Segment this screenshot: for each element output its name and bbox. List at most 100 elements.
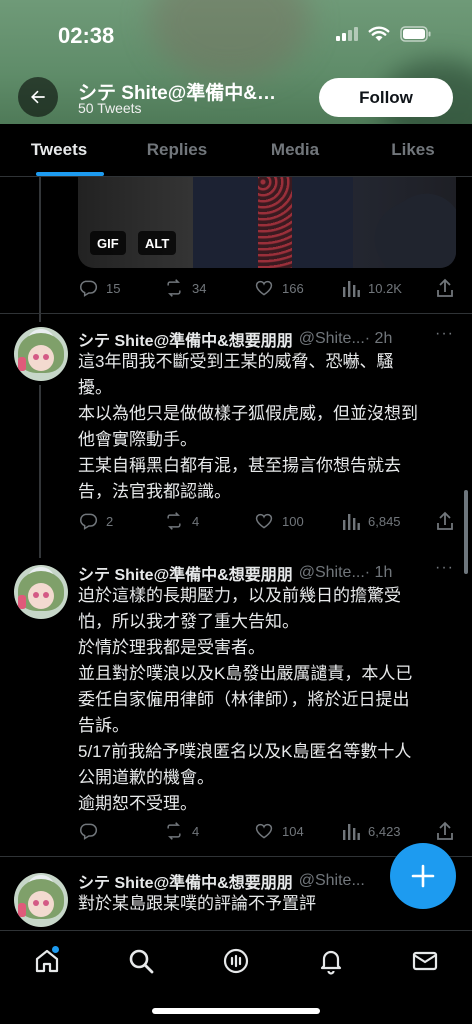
wifi-icon <box>368 26 390 42</box>
tweet-line: 迫於這樣的長期壓力，以及前幾日的擔驚受 <box>78 586 401 605</box>
tweet-line: 於情於理我都是受害者。 <box>78 638 265 657</box>
battery-icon <box>400 26 432 42</box>
search-icon <box>129 949 154 974</box>
notification-dot <box>52 946 59 953</box>
retweet-button[interactable]: 34 <box>164 278 206 298</box>
more-options-button[interactable]: ··· <box>435 325 454 343</box>
bar-chart-icon <box>343 281 360 297</box>
user-handle[interactable]: @Shite... <box>299 564 365 582</box>
tweet-text: 對於某島跟某噗的評論不予置評 <box>78 891 450 917</box>
mail-icon <box>412 951 438 971</box>
views-button[interactable]: 10.2K <box>342 278 402 298</box>
retweet-button[interactable]: 4 <box>164 821 199 841</box>
retweet-icon <box>167 512 181 530</box>
status-bar: 02:38 <box>0 0 472 70</box>
tweet-header: シテ Shite@準備中&想要朋朋 @Shite... · 2h ··· <box>78 325 458 351</box>
retweet-icon <box>167 279 181 297</box>
retweet-icon <box>167 822 181 840</box>
display-name[interactable]: シテ Shite@準備中&想要朋朋 <box>78 327 293 351</box>
like-count: 100 <box>282 513 304 529</box>
plus-icon <box>411 864 435 888</box>
share-button[interactable] <box>436 511 454 531</box>
reply-button[interactable]: 15 <box>78 278 120 298</box>
reply-button[interactable] <box>78 821 106 841</box>
view-count: 6,845 <box>368 513 401 529</box>
speech-bubble-icon <box>80 513 98 530</box>
like-button[interactable]: 166 <box>254 278 304 298</box>
like-button[interactable]: 100 <box>254 511 304 531</box>
user-handle[interactable]: @Shite... <box>299 330 365 348</box>
avatar[interactable] <box>14 565 68 619</box>
tweet-line: 5/17前我給予噗浪匿名以及K島匿名等數十人 <box>78 742 412 761</box>
nav-home[interactable] <box>27 941 67 981</box>
avatar[interactable] <box>14 873 68 927</box>
tab-tweets[interactable]: Tweets <box>0 124 118 176</box>
tweet-time[interactable]: · 2h <box>365 330 393 348</box>
profile-tabs: Tweets Replies Media Likes <box>0 124 472 177</box>
share-icon <box>437 511 453 530</box>
speech-bubble-icon <box>80 280 98 297</box>
reply-count: 15 <box>106 280 121 296</box>
nav-spaces[interactable] <box>216 941 256 981</box>
share-button[interactable] <box>436 821 454 841</box>
tweet-line: 逾期恕不受理。 <box>78 794 197 813</box>
tweet-text: 這3年間我不斷受到王某的威脅、恐嚇、騷 擾。 本以為他只是做做樣子狐假虎威，但並… <box>78 349 450 505</box>
tab-likes[interactable]: Likes <box>354 124 472 176</box>
tweet-line: 公開道歉的機會。 <box>78 768 214 787</box>
share-icon <box>437 821 453 840</box>
heart-icon <box>255 280 273 296</box>
like-count: 166 <box>282 280 304 296</box>
nav-notifications[interactable] <box>311 941 351 981</box>
bar-chart-icon <box>343 514 360 530</box>
tweet-text: 迫於這樣的長期壓力，以及前幾日的擔驚受 怕，所以我才發了重大告知。 於情於理我都… <box>78 583 450 817</box>
like-button[interactable]: 104 <box>254 821 304 841</box>
arrow-left-icon <box>31 90 45 104</box>
share-icon <box>437 278 453 297</box>
tweet-actions: 2 4 100 6,845 <box>78 511 458 533</box>
reply-button[interactable]: 2 <box>78 511 113 531</box>
display-name[interactable]: シテ Shite@準備中&想要朋朋 <box>78 561 293 585</box>
tab-media[interactable]: Media <box>236 124 354 176</box>
nav-messages[interactable] <box>405 941 445 981</box>
user-handle[interactable]: @Shite... <box>299 872 365 890</box>
view-count: 6,423 <box>368 823 401 839</box>
nav-search[interactable] <box>121 941 161 981</box>
scrollbar[interactable] <box>464 490 468 574</box>
retweet-button[interactable]: 4 <box>164 511 199 531</box>
back-button[interactable] <box>18 77 58 117</box>
divider <box>0 313 472 314</box>
tweet-line: 並且對於噗浪以及K島發出嚴厲譴責，本人已 <box>78 664 413 683</box>
more-options-button[interactable]: ··· <box>435 559 454 577</box>
share-button[interactable] <box>436 278 454 298</box>
heart-icon <box>255 513 273 529</box>
like-count: 104 <box>282 823 304 839</box>
tweet-actions: 4 104 6,423 <box>78 821 458 843</box>
status-icons <box>336 26 432 42</box>
tweet-time[interactable]: · 1h <box>365 564 393 582</box>
tweet-header: シテ Shite@準備中&想要朋朋 @Shite... · 1h ··· <box>78 559 458 585</box>
display-name[interactable]: シテ Shite@準備中&想要朋朋 <box>78 869 293 893</box>
alt-badge[interactable]: ALT <box>138 231 177 255</box>
status-time: 02:38 <box>58 23 115 48</box>
spaces-icon <box>223 948 249 974</box>
speech-bubble-icon <box>80 823 98 840</box>
tweet-line: 他會實際動手。 <box>78 430 197 449</box>
tweet-line: 擾。 <box>78 378 112 397</box>
follow-button[interactable]: Follow <box>319 78 453 117</box>
thread-line <box>39 385 41 558</box>
home-indicator <box>152 1008 320 1014</box>
compose-tweet-button[interactable] <box>390 843 456 909</box>
tweet-line: 告，法官我都認識。 <box>78 482 231 501</box>
views-button[interactable]: 6,845 <box>342 511 401 531</box>
views-button[interactable]: 6,423 <box>342 821 401 841</box>
bar-chart-icon <box>343 824 360 840</box>
avatar[interactable] <box>14 327 68 381</box>
gif-badge: GIF <box>90 231 126 255</box>
retweet-count: 4 <box>192 513 200 529</box>
reply-count: 2 <box>106 513 114 529</box>
tab-replies[interactable]: Replies <box>118 124 236 176</box>
tweet-media[interactable]: GIF ALT <box>78 177 456 268</box>
tweet-line: 本以為他只是做做樣子狐假虎威，但並沒想到 <box>78 404 418 423</box>
tweet-line: 怕，所以我才發了重大告知。 <box>78 612 299 631</box>
tweet-line: 王某自稱黑白都有混，甚至揚言你想告就去 <box>78 456 401 475</box>
